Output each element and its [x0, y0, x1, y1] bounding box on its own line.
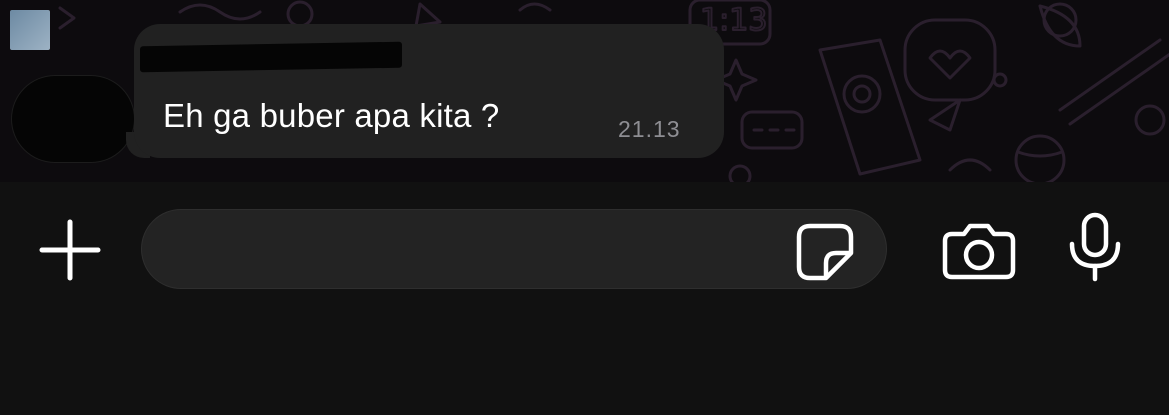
message-input-field[interactable]	[141, 209, 887, 290]
camera-icon	[942, 223, 1016, 280]
message-text: Eh ga buber apa kita ?	[163, 97, 500, 134]
camera-button[interactable]	[942, 222, 1016, 280]
sender-name-redaction	[140, 41, 402, 73]
microphone-button[interactable]	[1064, 212, 1126, 282]
sender-avatar[interactable]	[12, 76, 134, 162]
message-composer	[0, 182, 1169, 415]
microphone-icon	[1069, 212, 1121, 282]
message-timestamp: 21.13	[618, 116, 681, 142]
attach-button[interactable]	[38, 218, 102, 282]
message-list[interactable]: 1:13 Eh ga buber apa kita ? 21.13	[0, 0, 1169, 182]
chat-screen: 1:13 Eh ga buber apa kita ? 21.13	[0, 0, 1169, 415]
sticker-icon	[796, 223, 854, 281]
group-avatar-icon[interactable]	[10, 10, 50, 50]
plus-icon	[39, 219, 101, 281]
sticker-button[interactable]	[796, 223, 854, 281]
message-input[interactable]	[170, 210, 794, 290]
